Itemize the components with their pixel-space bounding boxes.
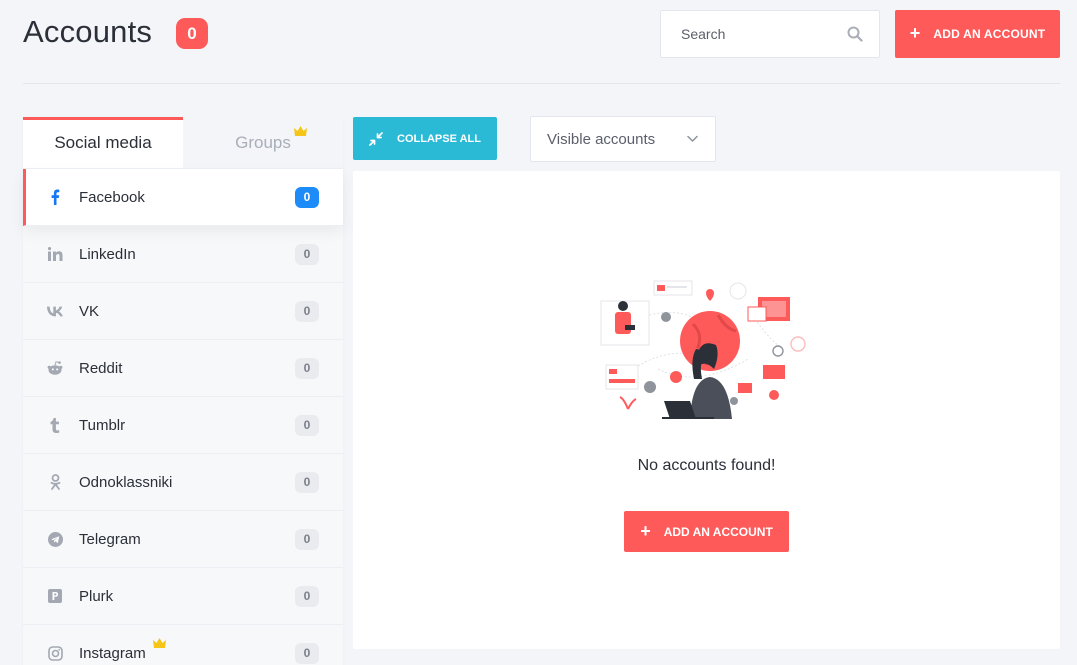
header-divider — [23, 83, 1060, 84]
visible-accounts-value: Visible accounts — [547, 130, 656, 148]
tab-social-media[interactable]: Social media — [23, 117, 183, 168]
empty-state-message: No accounts found! — [637, 457, 776, 474]
sidebar-item-label: Plurk — [79, 587, 114, 605]
plus-icon: + — [909, 23, 921, 43]
add-account-button-label: ADD AN ACCOUNT — [663, 524, 773, 539]
visible-accounts-select[interactable]: Visible accounts — [530, 116, 716, 162]
add-account-button[interactable]: + ADD AN ACCOUNT — [895, 10, 1060, 58]
sidebar-item-label: Instagram — [79, 644, 146, 662]
count-badge: 0 — [295, 243, 319, 265]
vk-icon — [47, 303, 63, 319]
sidebar-tabs: Social media Groups — [23, 117, 343, 169]
count-badge: 0 — [295, 642, 319, 664]
tab-label: Social media — [54, 132, 152, 152]
tab-label: Groups — [235, 132, 291, 152]
sidebar-item-telegram[interactable]: Telegram 0 — [23, 511, 343, 568]
sidebar-item-label: Odnoklassniki — [79, 473, 173, 491]
search-icon[interactable] — [847, 26, 863, 42]
page-header: Accounts 0 + ADD AN ACCOUNT — [0, 0, 1077, 84]
crown-icon — [294, 126, 307, 136]
chevron-down-icon — [687, 135, 698, 142]
sidebar-item-label: Reddit — [79, 359, 123, 377]
count-badge: 0 — [295, 471, 319, 493]
collapse-all-label: COLLAPSE ALL — [397, 132, 481, 145]
plus-icon: + — [640, 520, 651, 541]
sidebar-item-plurk[interactable]: Plurk 0 — [23, 568, 343, 625]
tumblr-icon — [47, 417, 63, 433]
tab-groups[interactable]: Groups — [183, 117, 343, 168]
sidebar-item-linkedin[interactable]: LinkedIn 0 — [23, 226, 343, 283]
sidebar-item-facebook[interactable]: Facebook 0 — [23, 169, 343, 226]
sidebar-item-instagram[interactable]: Instagram 0 — [23, 625, 343, 665]
count-badge: 0 — [295, 186, 319, 208]
odnoklassniki-icon — [47, 474, 63, 490]
search-input[interactable] — [661, 11, 841, 57]
linkedin-icon — [47, 246, 63, 262]
plurk-icon — [47, 588, 63, 604]
collapse-icon — [369, 131, 383, 146]
count-badge: 0 — [295, 585, 319, 607]
count-badge: 0 — [295, 357, 319, 379]
add-account-button[interactable]: + ADD AN ACCOUNT — [624, 511, 789, 552]
sidebar-item-vk[interactable]: VK 0 — [23, 283, 343, 340]
social-sidebar: Social media Groups Facebook 0 LinkedIn … — [23, 117, 343, 665]
accounts-panel: No accounts found! + ADD AN ACCOUNT — [353, 171, 1060, 649]
instagram-icon — [47, 645, 63, 661]
add-account-button-label: ADD AN ACCOUNT — [933, 27, 1046, 41]
search-box[interactable] — [660, 10, 880, 58]
sidebar-item-reddit[interactable]: Reddit 0 — [23, 340, 343, 397]
accounts-count-badge: 0 — [176, 18, 208, 49]
crown-icon — [153, 638, 166, 648]
count-badge: 0 — [295, 528, 319, 550]
facebook-icon — [47, 189, 63, 205]
sidebar-item-label: Telegram — [79, 530, 141, 548]
empty-state-illustration — [600, 280, 806, 419]
count-badge: 0 — [295, 300, 319, 322]
collapse-all-button[interactable]: COLLAPSE ALL — [353, 117, 497, 160]
sidebar-item-label: Tumblr — [79, 416, 126, 434]
count-badge: 0 — [295, 414, 319, 436]
telegram-icon — [47, 531, 63, 547]
reddit-icon — [47, 360, 63, 376]
page-title: Accounts — [23, 14, 153, 49]
sidebar-item-label: Facebook — [79, 188, 145, 206]
sidebar-item-label: LinkedIn — [79, 245, 136, 263]
sidebar-item-label: VK — [79, 302, 100, 320]
sidebar-item-odnoklassniki[interactable]: Odnoklassniki 0 — [23, 454, 343, 511]
sidebar-item-tumblr[interactable]: Tumblr 0 — [23, 397, 343, 454]
